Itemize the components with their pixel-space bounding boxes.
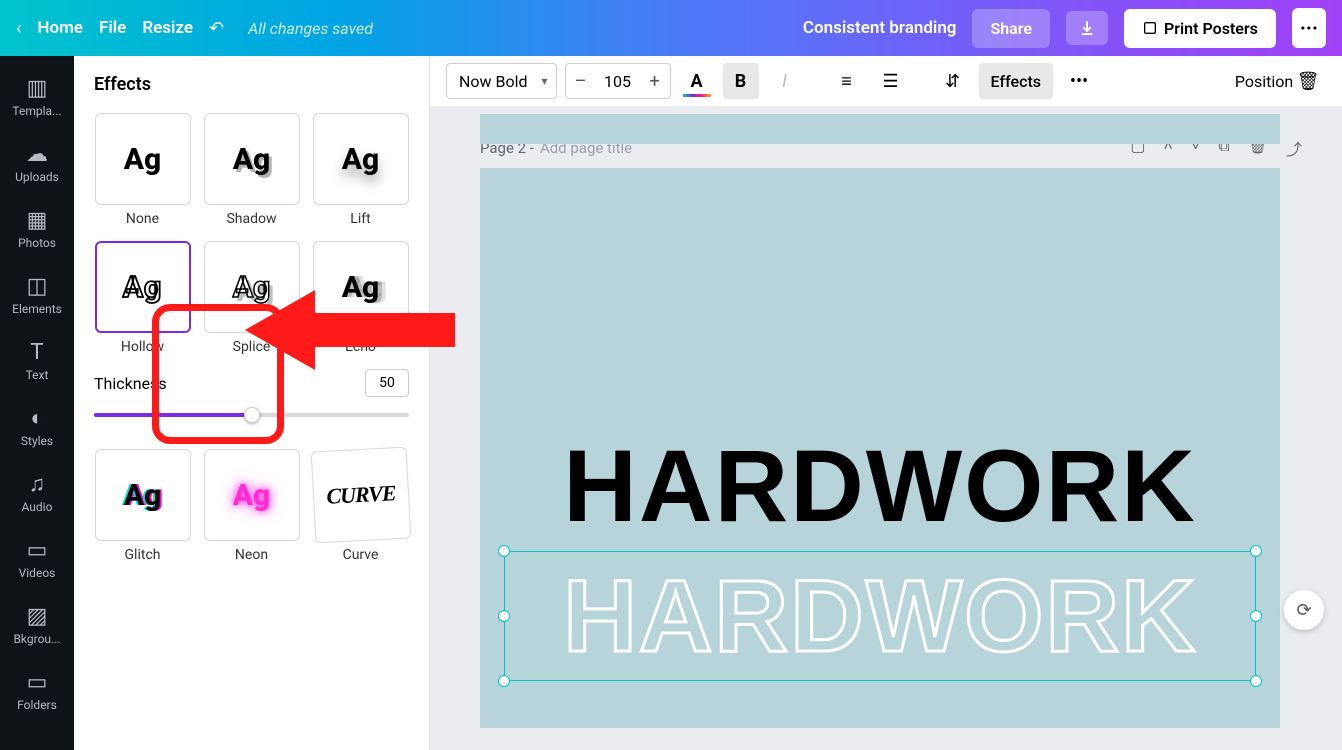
italic-button[interactable]: I bbox=[767, 63, 803, 99]
rail-audio[interactable]: ♫Audio bbox=[0, 460, 74, 526]
rail-templates[interactable]: ▥Templa... bbox=[0, 64, 74, 130]
uploads-icon: ☁ bbox=[26, 142, 48, 166]
folders-icon: ▭ bbox=[27, 670, 48, 694]
refresh-button[interactable]: ⟳ bbox=[1284, 590, 1324, 630]
rail-photos[interactable]: ▦Photos bbox=[0, 196, 74, 262]
effect-splice[interactable]: Ag bbox=[204, 241, 300, 333]
canvas-page-2[interactable]: HARDWORK HARDWORK bbox=[480, 168, 1280, 728]
text-hardwork-solid[interactable]: HARDWORK bbox=[512, 428, 1248, 545]
elements-icon: ◫ bbox=[27, 274, 48, 298]
selection-handle-mr[interactable] bbox=[1250, 610, 1262, 622]
resize-menu[interactable]: Resize bbox=[142, 18, 193, 38]
back-icon[interactable]: ‹ bbox=[16, 18, 21, 39]
rail-styles[interactable]: ◐Styles bbox=[0, 394, 74, 460]
rail-uploads[interactable]: ☁Uploads bbox=[0, 130, 74, 196]
effect-lift-label: Lift bbox=[350, 211, 370, 227]
font-size-group: – + bbox=[565, 63, 671, 99]
rail-folders[interactable]: ▭Folders bbox=[0, 658, 74, 724]
styles-icon: ◐ bbox=[30, 406, 43, 430]
effect-echo[interactable]: Ag bbox=[313, 241, 409, 333]
effect-neon[interactable]: Ag bbox=[204, 449, 300, 541]
selection-handle-tl[interactable] bbox=[498, 545, 510, 557]
effect-neon-label: Neon bbox=[235, 547, 268, 563]
prev-page-strip bbox=[480, 114, 1280, 144]
effect-hollow-label: Hollow bbox=[121, 339, 164, 355]
effect-glitch-label: Glitch bbox=[125, 547, 161, 563]
rail-videos[interactable]: ▭Videos bbox=[0, 526, 74, 592]
position-button[interactable]: Position bbox=[1246, 63, 1282, 99]
audio-icon: ♫ bbox=[29, 472, 46, 496]
effect-shadow-label: Shadow bbox=[226, 211, 276, 227]
top-bar: ‹ Home File Resize ↶ All changes saved C… bbox=[0, 0, 1342, 56]
thickness-label: Thickness bbox=[94, 374, 167, 393]
canvas-area: Page 2 - Add page title ▢ ˄ ˅ ⧉ 🗑 ⤴ HARD… bbox=[430, 106, 1342, 750]
save-status: All changes saved bbox=[248, 19, 373, 38]
text-icon: T bbox=[30, 340, 43, 364]
font-select[interactable]: Now Bold bbox=[446, 63, 557, 99]
effect-curve-label: Curve bbox=[343, 547, 379, 563]
effect-glitch[interactable]: Ag bbox=[95, 449, 191, 541]
selection-box bbox=[504, 551, 1256, 681]
effect-echo-label: Echo bbox=[345, 339, 376, 355]
share-button[interactable]: Share bbox=[972, 9, 1050, 48]
file-menu[interactable]: File bbox=[99, 18, 126, 38]
thickness-input[interactable] bbox=[365, 369, 409, 397]
videos-icon: ▭ bbox=[27, 538, 48, 562]
effect-curve[interactable]: CURVE bbox=[310, 447, 411, 544]
effects-panel: Effects Ag None Ag Shadow Ag Lift Ag Hollow … bbox=[74, 56, 430, 750]
thickness-row: Thickness bbox=[94, 369, 409, 397]
effects-grid-3: Ag Glitch Ag Neon CURVE Curve bbox=[94, 449, 409, 563]
more-button[interactable]: ··· bbox=[1292, 8, 1326, 48]
add-page-icon[interactable]: ⤴ bbox=[1286, 136, 1302, 160]
rail-elements[interactable]: ◫Elements bbox=[0, 262, 74, 328]
undo-icon[interactable]: ↶ bbox=[209, 18, 224, 39]
home-menu[interactable]: Home bbox=[37, 18, 83, 38]
selection-handle-ml[interactable] bbox=[498, 610, 510, 622]
align-button[interactable]: ≡ bbox=[829, 63, 865, 99]
thickness-slider[interactable] bbox=[94, 405, 409, 425]
selection-handle-bl[interactable] bbox=[498, 675, 510, 687]
delete-button[interactable]: 🗑 bbox=[1290, 63, 1326, 99]
selection-handle-br[interactable] bbox=[1250, 675, 1262, 687]
effects-grid-1: Ag None Ag Shadow Ag Lift bbox=[94, 113, 409, 227]
effect-hollow[interactable]: Ag bbox=[95, 241, 191, 333]
design-name[interactable]: Consistent branding bbox=[803, 18, 957, 38]
effects-button[interactable]: Effects bbox=[979, 63, 1054, 99]
selection-handle-tr[interactable] bbox=[1250, 545, 1262, 557]
font-size-minus[interactable]: – bbox=[566, 64, 596, 98]
background-icon: ▨ bbox=[27, 604, 48, 628]
effect-none[interactable]: Ag bbox=[95, 113, 191, 205]
effect-none-label: None bbox=[126, 211, 159, 227]
effects-grid-2: Ag Hollow Ag Splice Ag Echo bbox=[94, 241, 409, 355]
print-posters-button[interactable]: Print Posters bbox=[1124, 9, 1276, 48]
text-color-button[interactable]: A bbox=[679, 63, 715, 99]
list-button[interactable]: ☰ bbox=[873, 63, 909, 99]
rail-background[interactable]: ▨Bkgrou... bbox=[0, 592, 74, 658]
panel-title: Effects bbox=[94, 74, 409, 95]
font-size-plus[interactable]: + bbox=[640, 64, 670, 98]
text-toolbar: Now Bold – + A B I ≡ ☰ ⇵ Effects ••• Pos… bbox=[430, 56, 1342, 106]
photos-icon: ▦ bbox=[27, 208, 48, 232]
templates-icon: ▥ bbox=[27, 76, 48, 100]
left-rail: ▥Templa... ☁Uploads ▦Photos ◫Elements TT… bbox=[0, 56, 74, 750]
effect-splice-label: Splice bbox=[233, 339, 271, 355]
bold-button[interactable]: B bbox=[723, 63, 759, 99]
effect-lift[interactable]: Ag bbox=[313, 113, 409, 205]
download-button[interactable] bbox=[1066, 11, 1108, 45]
effect-shadow[interactable]: Ag bbox=[204, 113, 300, 205]
rail-text[interactable]: TText bbox=[0, 328, 74, 394]
font-size-input[interactable] bbox=[596, 64, 640, 98]
spacing-button[interactable]: ⇵ bbox=[935, 63, 971, 99]
toolbar-more-button[interactable]: ••• bbox=[1061, 63, 1097, 99]
